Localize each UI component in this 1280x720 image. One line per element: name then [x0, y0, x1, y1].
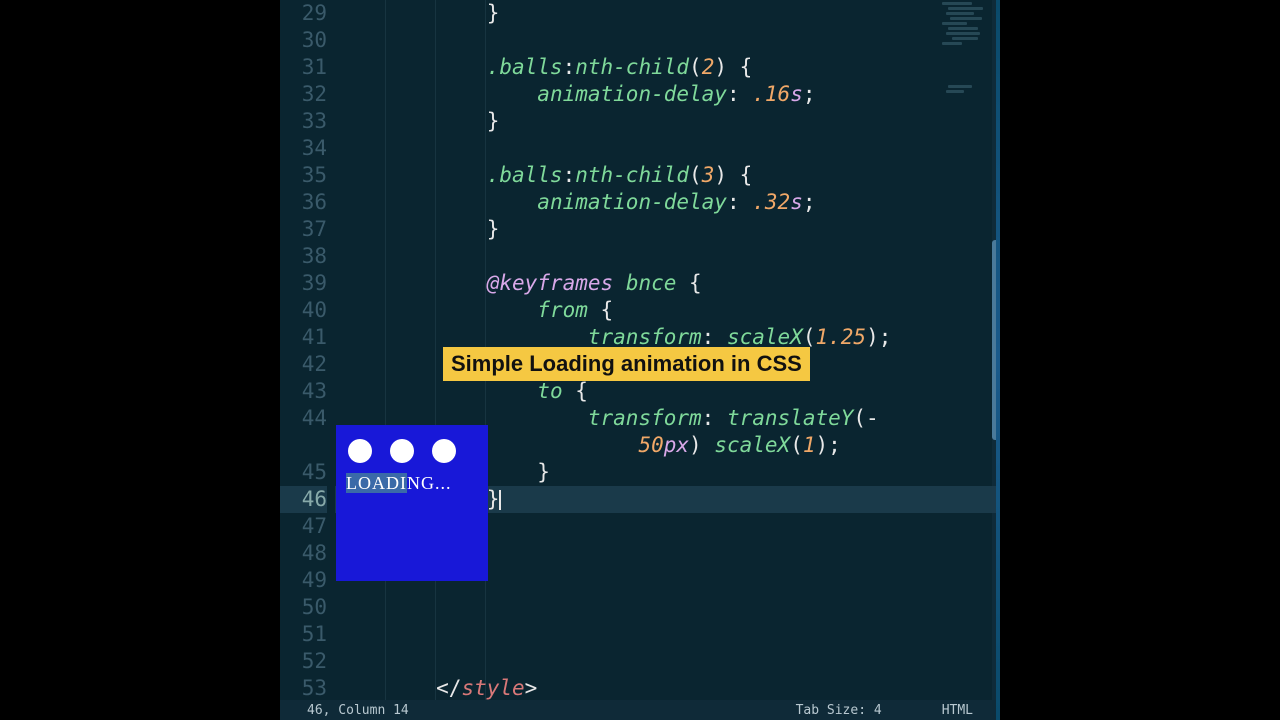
code-line[interactable]: .balls:nth-child(2) { [335, 54, 1000, 81]
code-line[interactable]: } [335, 216, 1000, 243]
line-number: 42 [280, 351, 327, 378]
language-mode[interactable]: HTML [942, 703, 973, 718]
line-number: 45 [280, 459, 327, 486]
line-number: 33 [280, 108, 327, 135]
status-bar: 46, Column 14 Tab Size: 4 HTML [280, 700, 1000, 720]
line-number: 36 [280, 189, 327, 216]
line-number: 32 [280, 81, 327, 108]
code-line[interactable]: } [335, 0, 1000, 27]
right-edge-decor [996, 0, 1000, 720]
line-number: 51 [280, 621, 327, 648]
cursor-position[interactable]: 46, Column 14 [307, 703, 409, 718]
line-number: 29 [280, 0, 327, 27]
line-number: 35 [280, 162, 327, 189]
code-line[interactable] [335, 243, 1000, 270]
ball-1 [348, 439, 372, 463]
line-number: 38 [280, 243, 327, 270]
code-line[interactable] [335, 648, 1000, 675]
minimap[interactable] [942, 0, 992, 700]
tab-size[interactable]: Tab Size: 4 [796, 703, 882, 718]
ball-2 [390, 439, 414, 463]
code-line[interactable]: } [335, 108, 1000, 135]
line-number-gutter[interactable]: 29303132333435363738394041424344 4546474… [280, 0, 335, 700]
line-number: 49 [280, 567, 327, 594]
line-number: 34 [280, 135, 327, 162]
line-number: 39 [280, 270, 327, 297]
line-number: 43 [280, 378, 327, 405]
code-line[interactable] [335, 594, 1000, 621]
code-line[interactable]: from { [335, 297, 1000, 324]
line-number: 46 [280, 486, 327, 513]
code-line[interactable] [335, 27, 1000, 54]
code-line[interactable]: to { [335, 378, 1000, 405]
code-line[interactable]: @keyframes bnce { [335, 270, 1000, 297]
line-number: 47 [280, 513, 327, 540]
ball-3 [432, 439, 456, 463]
line-number: 40 [280, 297, 327, 324]
line-number: 41 [280, 324, 327, 351]
code-line[interactable] [335, 621, 1000, 648]
preview-window: LOADING... [336, 425, 488, 581]
code-line[interactable]: .balls:nth-child(3) { [335, 162, 1000, 189]
line-number: 31 [280, 54, 327, 81]
code-line[interactable]: animation-delay: .16s; [335, 81, 1000, 108]
loading-balls [348, 439, 478, 463]
line-number: 52 [280, 648, 327, 675]
code-line[interactable]: </style> [335, 675, 1000, 702]
video-caption-banner: Simple Loading animation in CSS [443, 347, 810, 381]
line-number: 53 [280, 675, 327, 702]
loading-text: LOADING... [346, 473, 478, 494]
code-line[interactable] [335, 135, 1000, 162]
line-number: 50 [280, 594, 327, 621]
line-number: 44 [280, 405, 327, 432]
line-number: 30 [280, 27, 327, 54]
line-number: 37 [280, 216, 327, 243]
code-line[interactable]: animation-delay: .32s; [335, 189, 1000, 216]
line-number: 48 [280, 540, 327, 567]
